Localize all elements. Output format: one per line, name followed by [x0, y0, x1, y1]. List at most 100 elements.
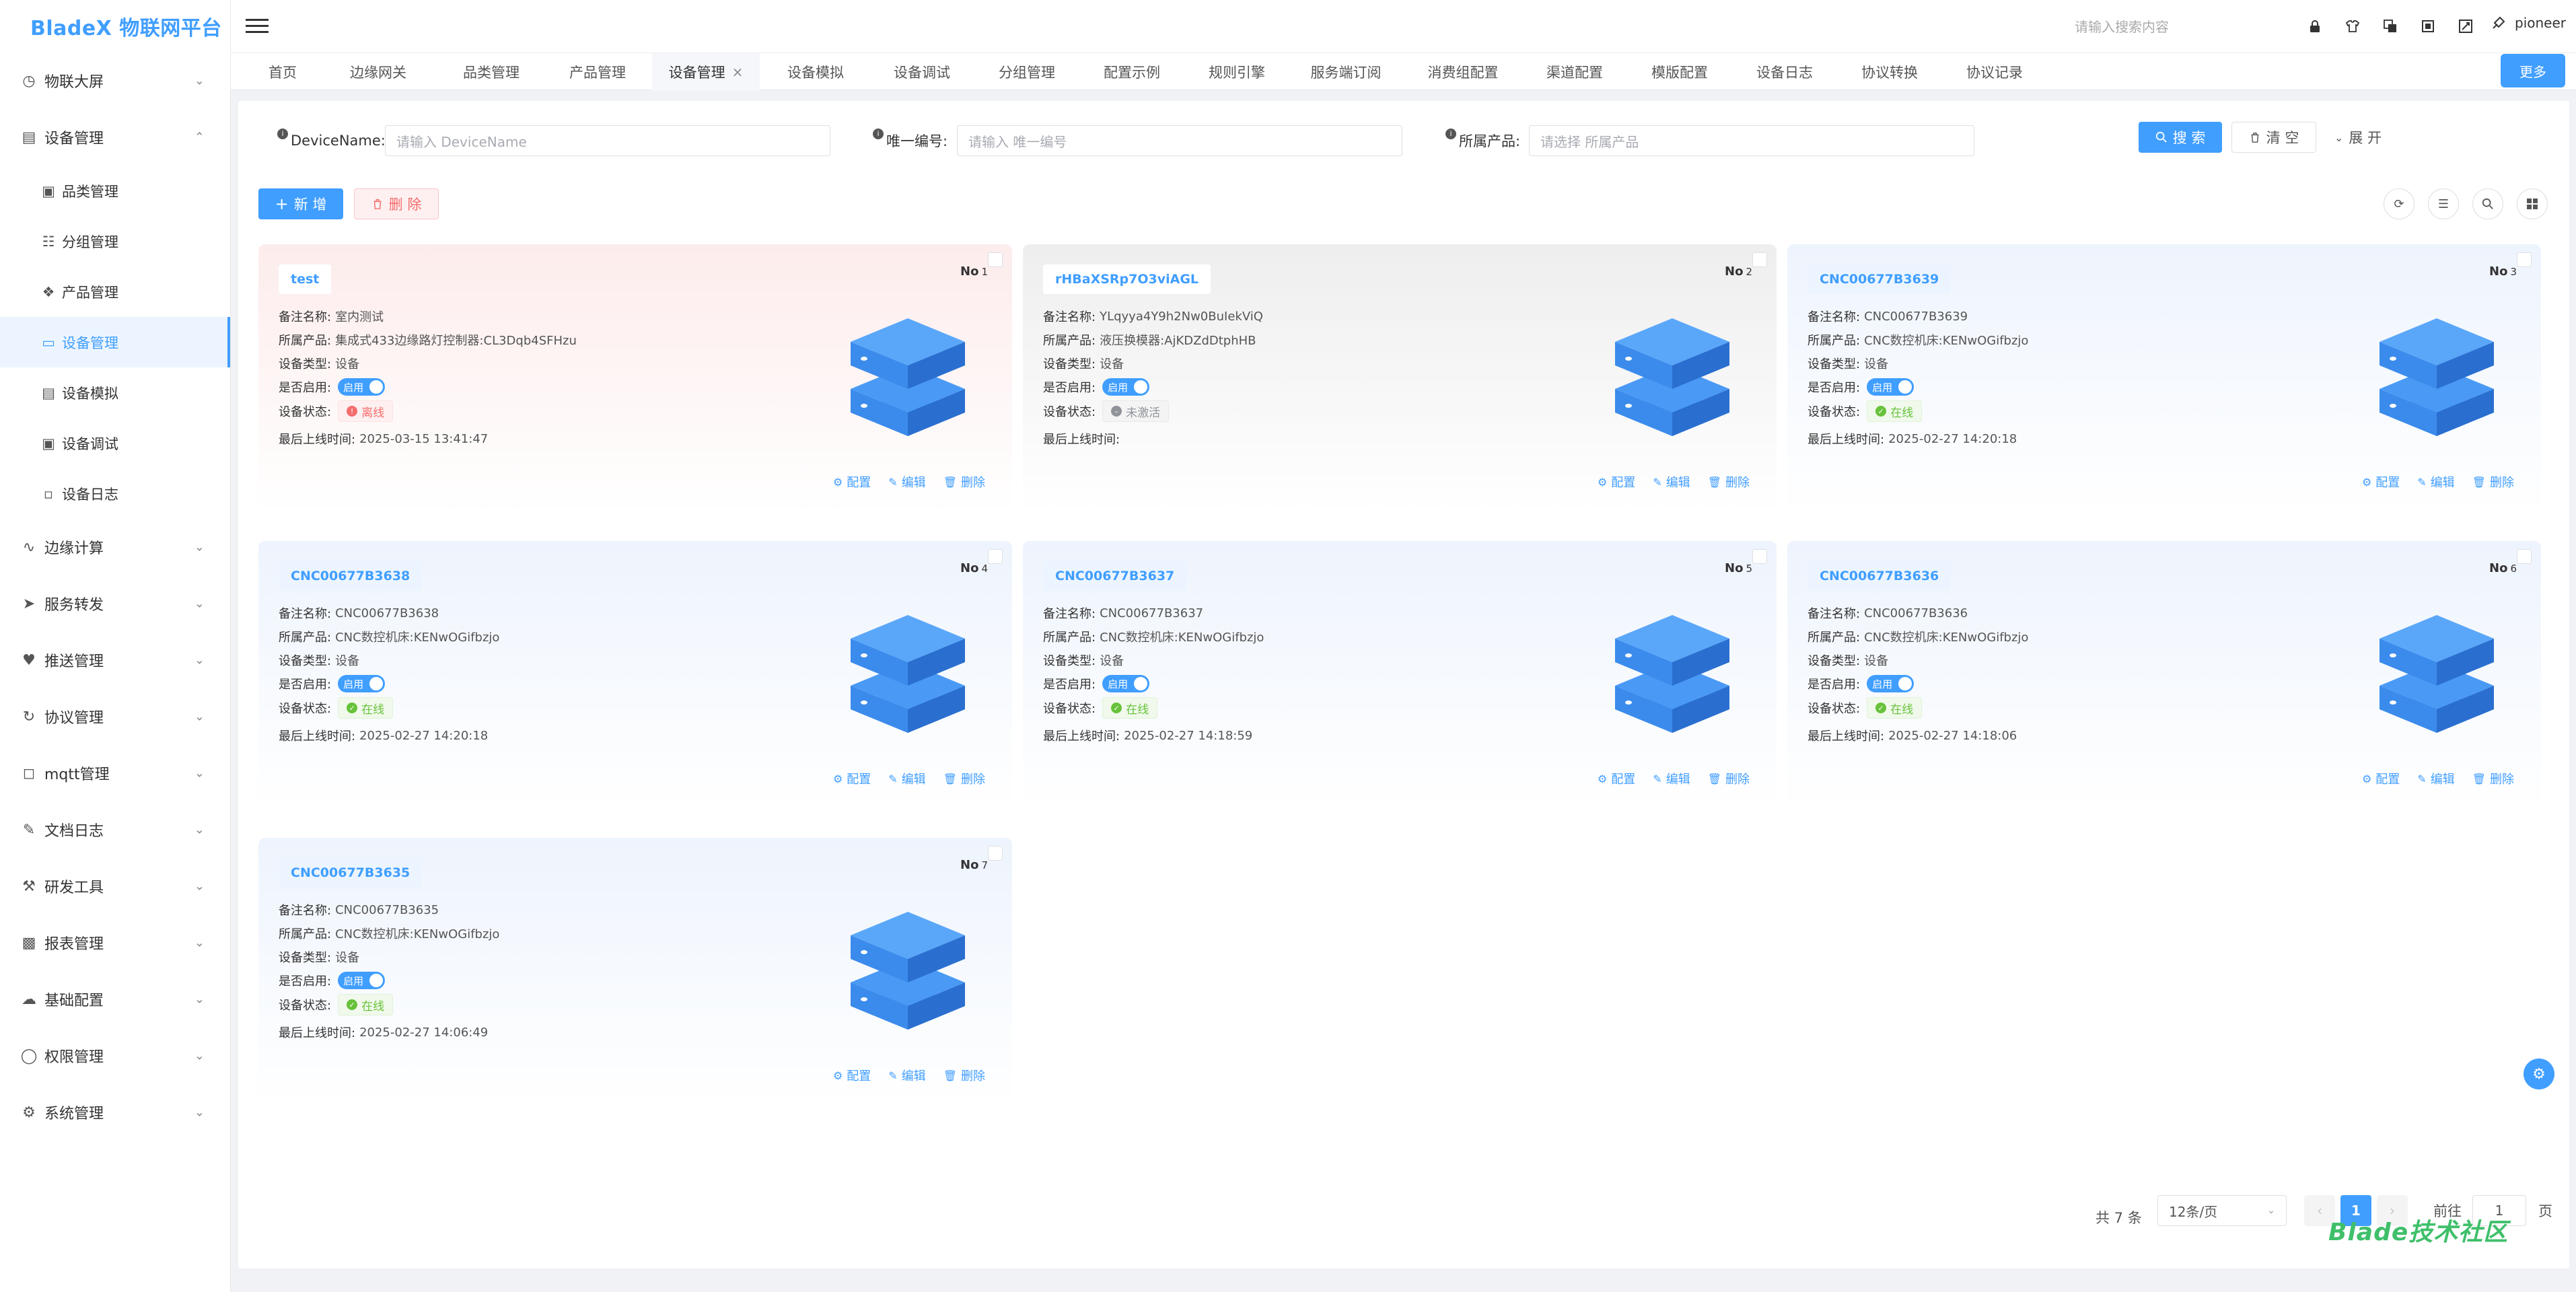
device-name-tag[interactable]: CNC00677B3638 [279, 561, 423, 591]
enable-switch[interactable]: 启用 [338, 675, 386, 692]
sidebar-subitem[interactable]: ☷ 分组管理 [0, 216, 230, 266]
edit-action[interactable]: ✎ 编辑 [1653, 473, 1690, 491]
sidebar-item[interactable]: ✎ 文档日志 ⌄ [0, 801, 230, 858]
card-checkbox[interactable] [988, 549, 1003, 564]
product-select[interactable]: 请选择 所属产品 [1529, 125, 1974, 156]
tab-item[interactable]: 消费组配置 [1406, 53, 1520, 91]
sidebar-subitem[interactable]: ▭ 设备管理 [0, 317, 230, 367]
page-size-select[interactable]: 12条/页 ⌄ [2157, 1195, 2287, 1226]
card-checkbox[interactable] [1752, 549, 1767, 564]
sidebar-item[interactable]: ∿ 边缘计算 ⌄ [0, 519, 230, 575]
user-menu[interactable]: pioneer [2491, 15, 2566, 31]
tab-item[interactable]: 边缘网关 [326, 53, 430, 91]
enable-switch[interactable]: 启用 [1867, 675, 1915, 692]
card-checkbox[interactable] [2517, 549, 2532, 564]
menu-toggle-icon[interactable] [246, 15, 269, 38]
sidebar-item[interactable]: ⚒ 研发工具 ⌄ [0, 858, 230, 914]
sidebar-item[interactable]: ▩ 报表管理 ⌄ [0, 914, 230, 971]
tab-item[interactable]: 设备日志 [1733, 53, 1836, 91]
grid-view-icon[interactable] [2517, 188, 2548, 219]
device-name-tag[interactable]: CNC00677B3637 [1043, 561, 1187, 591]
device-card[interactable]: test No 1 备注名称: 室内测试 所属产品: 集成式433边缘路灯控制器:CL3Dq… [258, 244, 1012, 513]
delete-action[interactable]: 🗑 删除 [943, 770, 985, 787]
sidebar-item[interactable]: ◻ mqtt管理 ⌄ [0, 745, 230, 801]
edit-action[interactable]: ✎ 编辑 [888, 770, 925, 787]
global-search-input[interactable]: 请输入搜索内容 [2075, 16, 2169, 36]
enable-switch[interactable]: 启用 [1102, 378, 1150, 396]
edit-action[interactable]: ✎ 编辑 [2417, 473, 2454, 491]
search-toggle-icon[interactable] [2472, 188, 2503, 219]
refresh-icon[interactable]: ⟳ [2384, 188, 2414, 219]
sidebar-item[interactable]: ◯ 权限管理 ⌄ [0, 1028, 230, 1084]
delete-action[interactable]: 🗑 删除 [1708, 770, 1750, 787]
sidebar-subitem[interactable]: ▣ 设备调试 [0, 418, 230, 468]
sidebar-subitem[interactable]: ❖ 产品管理 [0, 266, 230, 317]
device-card[interactable]: CNC00677B3638 No 4 备注名称: CNC00677B3638 所属产品: C… [258, 541, 1012, 810]
config-action[interactable]: ⚙ 配置 [833, 770, 871, 787]
delete-action[interactable]: 🗑 删除 [2472, 473, 2514, 491]
device-card[interactable]: CNC00677B3637 No 5 备注名称: CNC00677B3637 所属产品: C… [1023, 541, 1777, 810]
delete-action[interactable]: 🗑 删除 [2472, 770, 2514, 787]
delete-action[interactable]: 🗑 删除 [1708, 473, 1750, 491]
sidebar-subitem[interactable]: ▫ 设备日志 [0, 468, 230, 519]
search-button[interactable]: 搜 索 [2139, 122, 2222, 153]
tabs-more-button[interactable]: 更多 [2501, 54, 2565, 87]
sidebar-item[interactable]: ↻ 协议管理 ⌄ [0, 688, 230, 745]
config-action[interactable]: ⚙ 配置 [833, 1067, 871, 1084]
app-logo[interactable]: BladeX 物联网平台 [0, 0, 230, 52]
enable-switch[interactable]: 启用 [338, 972, 386, 989]
tab-item[interactable]: 协议转换 [1838, 53, 1941, 91]
tab-item[interactable]: 协议记录 [1943, 53, 2046, 91]
edit-action[interactable]: ✎ 编辑 [888, 1067, 925, 1084]
tab-item[interactable]: 模版配置 [1628, 53, 1731, 91]
delete-button[interactable]: 删 除 [354, 188, 439, 219]
tab-item[interactable]: 首页 [240, 53, 325, 91]
unique-id-input[interactable]: 请输入 唯一编号 [957, 125, 1402, 156]
tab-item[interactable]: 品类管理 [439, 53, 543, 91]
delete-action[interactable]: 🗑 删除 [943, 473, 985, 491]
add-button[interactable]: + 新 增 [258, 188, 343, 219]
sidebar-item[interactable]: ▤ 设备管理 ⌃ [0, 109, 230, 166]
enable-switch[interactable]: 启用 [338, 378, 386, 396]
filter-settings-icon[interactable]: ☰ [2428, 188, 2459, 219]
device-name-tag[interactable]: rHBaXSRp7O3viAGL [1043, 264, 1211, 294]
tab-item[interactable]: 渠道配置 [1523, 53, 1626, 91]
card-checkbox[interactable] [988, 846, 1003, 861]
config-action[interactable]: ⚙ 配置 [833, 473, 871, 491]
sidebar-item[interactable]: ◷ 物联大屏 ⌄ [0, 52, 230, 109]
edit-action[interactable]: ✎ 编辑 [888, 473, 925, 491]
edit-action[interactable]: ✎ 编辑 [1653, 770, 1690, 787]
device-card[interactable]: CNC00677B3639 No 3 备注名称: CNC00677B3639 所属产品: C… [1787, 244, 2541, 513]
device-name-input[interactable]: 请输入 DeviceName [385, 125, 830, 156]
card-checkbox[interactable] [1752, 252, 1767, 267]
sidebar-item[interactable]: ♥ 推送管理 ⌄ [0, 632, 230, 688]
card-checkbox[interactable] [2517, 252, 2532, 267]
tab-item[interactable]: 配置示例 [1080, 53, 1184, 91]
edit-action[interactable]: ✎ 编辑 [2417, 770, 2454, 787]
tab-item[interactable]: 服务端订阅 [1290, 53, 1402, 91]
sidebar-item[interactable]: ➤ 服务转发 ⌄ [0, 575, 230, 632]
fullscreen-icon[interactable] [2417, 15, 2439, 38]
tab-item[interactable]: 规则引擎 [1185, 53, 1289, 91]
settings-gear-icon[interactable]: ⚙ [2524, 1058, 2554, 1089]
device-card[interactable]: rHBaXSRp7O3viAGL No 2 备注名称: YLqyya4Y9h2Nw0Bu… [1023, 244, 1777, 513]
expand-button[interactable]: ⌄ 展 开 [2324, 122, 2392, 153]
config-action[interactable]: ⚙ 配置 [2362, 473, 2400, 491]
sidebar-subitem[interactable]: ▣ 品类管理 [0, 166, 230, 216]
clear-button[interactable]: 清 空 [2231, 122, 2316, 153]
sidebar-item[interactable]: ☁ 基础配置 ⌄ [0, 971, 230, 1028]
sidebar-subitem[interactable]: ▤ 设备模拟 [0, 367, 230, 418]
close-icon[interactable]: × [732, 64, 744, 80]
config-action[interactable]: ⚙ 配置 [2362, 770, 2400, 787]
card-checkbox[interactable] [988, 252, 1003, 267]
tab-item[interactable]: 设备模拟 [764, 53, 867, 91]
enable-switch[interactable]: 启用 [1867, 378, 1915, 396]
device-name-tag[interactable]: test [279, 264, 332, 294]
tab-item[interactable]: 分组管理 [975, 53, 1079, 91]
enable-switch[interactable]: 启用 [1102, 675, 1150, 692]
sidebar-item[interactable]: ⚙ 系统管理 ⌄ [0, 1084, 230, 1141]
theme-icon[interactable] [2341, 15, 2364, 38]
device-card[interactable]: CNC00677B3635 No 7 备注名称: CNC00677B3635 所属产品: C… [258, 838, 1012, 1107]
tab-item[interactable]: 产品管理 [546, 53, 649, 91]
config-action[interactable]: ⚙ 配置 [1598, 473, 1635, 491]
